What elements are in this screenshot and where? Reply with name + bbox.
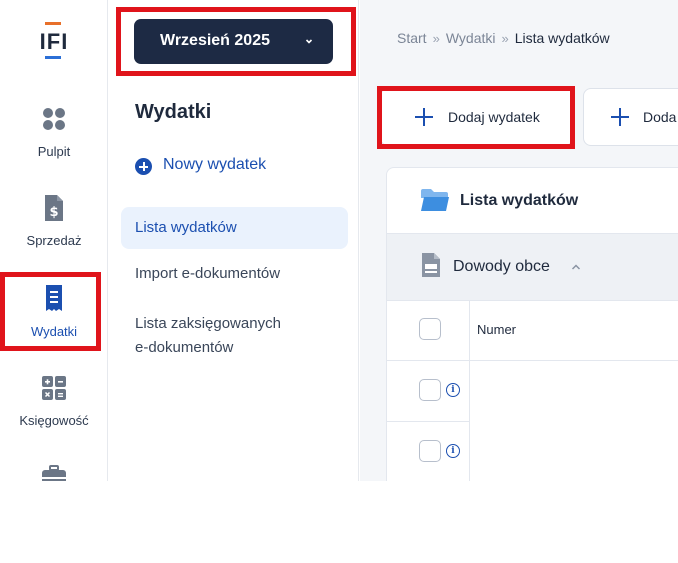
subnav-item-label: Lista zaksięgowanych <box>135 315 281 332</box>
rail-item-label: Sprzedaż <box>26 233 82 248</box>
highlight-month-selector <box>116 7 356 76</box>
section-title: Wydatki <box>135 101 212 123</box>
subnav-item-label-line2: e-dokumentów <box>135 339 234 356</box>
row-checkbox[interactable] <box>419 379 441 401</box>
row-checkbox[interactable] <box>419 440 441 462</box>
select-all-checkbox[interactable] <box>419 318 441 340</box>
panel-title: Lista wydatków <box>460 192 579 209</box>
dollar-document-icon: $ <box>45 195 63 221</box>
table-row[interactable]: i <box>387 422 678 481</box>
chevron-up-icon[interactable] <box>571 263 581 271</box>
expense-list-panel: Lista wydatków Dowody obce Numer i i <box>386 167 678 481</box>
rail-item-sprzedaz[interactable]: $ Sprzedaż <box>0 194 108 274</box>
column-header-number[interactable]: Numer <box>477 322 516 337</box>
table-row[interactable]: i <box>387 361 678 422</box>
main-content: Start» Wydatki» Lista wydatków Dodaj wydat… <box>360 0 678 481</box>
highlight-add-expense <box>377 86 575 149</box>
subnav-item-booked-edocs[interactable]: Lista zaksięgowanych e-dokumentów <box>121 312 348 360</box>
section-label: Dowody obce <box>453 258 550 275</box>
column-divider <box>469 361 470 422</box>
add-other-button[interactable]: Doda <box>583 88 678 146</box>
plus-circle-icon <box>135 158 152 175</box>
panel-header: Lista wydatków <box>387 168 678 234</box>
rail-item-pulpit[interactable]: Pulpit <box>0 105 108 185</box>
svg-text:$: $ <box>49 205 58 220</box>
dots-grid-icon <box>43 108 65 130</box>
rail-item-ksiegowosc[interactable]: Księgowość <box>0 374 108 454</box>
logo-orange-bar <box>45 22 61 25</box>
main-rail: IFI Pulpit $ Sprzedaż Wydatki Księgowość <box>0 0 108 481</box>
document-icon <box>422 253 440 277</box>
add-other-label: Doda <box>643 109 677 125</box>
rail-item-label: Księgowość <box>19 413 89 428</box>
rail-item-label: Pulpit <box>37 144 71 159</box>
breadcrumb-separator: » <box>501 31 509 46</box>
new-expense-label: Nowy wydatek <box>163 156 267 173</box>
calculator-icon <box>42 376 66 400</box>
column-divider <box>469 301 470 361</box>
logo-text: IFI <box>39 29 69 54</box>
subnav-item-expense-list[interactable]: Lista wydatków <box>121 207 348 249</box>
briefcase-icon <box>42 465 66 481</box>
subnav-item-import-edocs[interactable]: Import e-dokumentów <box>121 265 348 282</box>
breadcrumb: Start » Wydatki » Lista wydatków <box>397 30 610 46</box>
section-foreign-documents[interactable]: Dowody obce <box>387 234 678 301</box>
table-header: Numer <box>387 301 678 361</box>
rail-item-briefcase[interactable] <box>0 465 108 481</box>
info-icon[interactable]: i <box>446 383 460 397</box>
info-icon[interactable]: i <box>446 444 460 458</box>
app-window: IFI Pulpit $ Sprzedaż Wydatki Księgowość… <box>0 0 678 481</box>
folder-icon <box>421 189 449 211</box>
breadcrumb-separator: » <box>432 31 440 46</box>
breadcrumb-current: Lista wydatków <box>514 30 610 46</box>
breadcrumb-start[interactable]: Start <box>397 30 427 46</box>
plus-icon <box>611 108 629 126</box>
highlight-expenses-nav <box>0 272 101 351</box>
breadcrumb-expenses[interactable]: Wydatki <box>446 30 496 46</box>
logo-blue-bar <box>45 56 61 59</box>
ifi-logo[interactable]: IFI <box>36 22 72 60</box>
column-divider <box>469 422 470 481</box>
